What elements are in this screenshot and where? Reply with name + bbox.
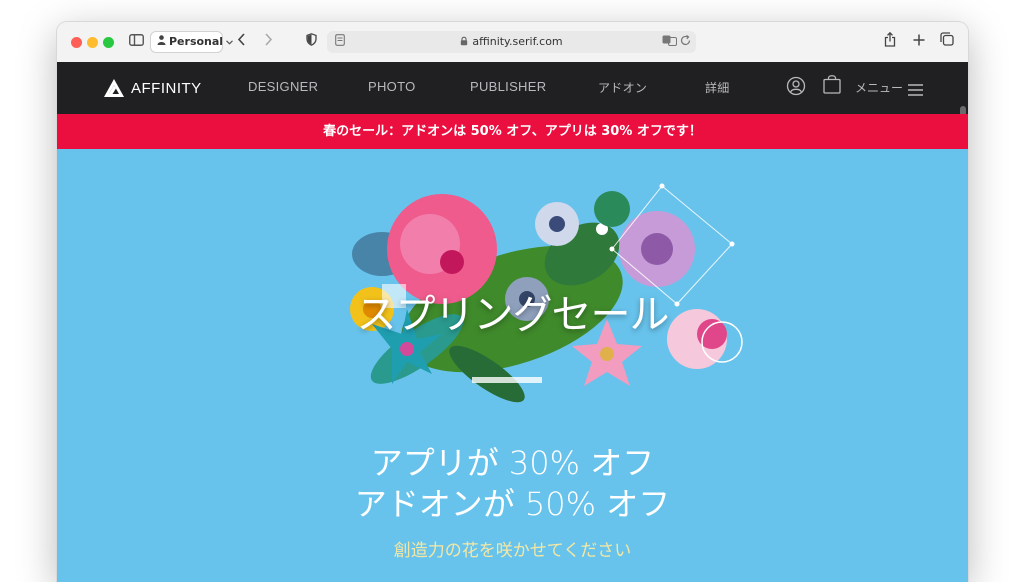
- cart-icon[interactable]: [823, 74, 841, 98]
- nav-link-publisher[interactable]: PUBLISHER: [470, 79, 546, 94]
- chevron-left-icon[interactable]: [235, 32, 247, 52]
- nav-link-addons[interactable]: アドオン: [598, 79, 647, 96]
- share-icon[interactable]: [883, 31, 897, 52]
- nav-link-photo[interactable]: PHOTO: [368, 79, 416, 94]
- hero-tagline: 創造力の花を咲かせてください: [393, 541, 632, 561]
- url-text: affinity.serif.com: [327, 31, 696, 54]
- zoom-window-button[interactable]: [103, 37, 114, 48]
- affinity-logo-icon: [104, 79, 124, 97]
- site-navigation: AFFINITY DESIGNER PHOTO PUBLISHER アドオン 詳…: [57, 62, 968, 172]
- profile-label: Personal: [169, 35, 224, 48]
- sale-banner[interactable]: 春のセール：アドオンは 50% オフ、アプリは 30% オフです！: [57, 114, 968, 149]
- nav-link-designer[interactable]: DESIGNER: [248, 79, 318, 94]
- reload-icon[interactable]: [679, 32, 691, 52]
- affinity-logo[interactable]: AFFINITY: [103, 76, 202, 100]
- nav-link-details[interactable]: 詳細: [705, 79, 730, 96]
- chevron-down-icon: [226, 31, 234, 53]
- address-bar[interactable]: affinity.serif.com: [327, 31, 696, 53]
- hero-apps-discount: アプリが 30% オフ: [370, 444, 655, 482]
- tabs-icon[interactable]: [939, 32, 955, 52]
- minimize-window-button[interactable]: [87, 37, 98, 48]
- browser-window: Personal affinity.serif.com AFFINITY DES…: [57, 22, 968, 582]
- url-label: affinity.serif.com: [472, 35, 563, 48]
- brand-name: AFFINITY: [131, 79, 202, 97]
- sidebar-icon[interactable]: [128, 32, 144, 52]
- hero-section: スプリングセール アプリが 30% オフ アドオンが 50% オフ 創造力の花を…: [57, 149, 968, 582]
- profile-selector[interactable]: Personal: [150, 31, 234, 53]
- shield-icon[interactable]: [304, 32, 318, 52]
- close-window-button[interactable]: [71, 37, 82, 48]
- hamburger-icon[interactable]: [908, 81, 923, 100]
- translate-icon[interactable]: [661, 32, 677, 52]
- lock-icon: [460, 32, 468, 54]
- menu-label[interactable]: メニュー: [855, 79, 903, 96]
- chevron-right-icon[interactable]: [262, 32, 274, 52]
- browser-toolbar: Personal affinity.serif.com: [57, 22, 968, 63]
- person-icon: [157, 31, 166, 53]
- hero-title: スプリングセール: [356, 292, 670, 338]
- hero-addons-discount: アドオンが 50% オフ: [354, 485, 671, 523]
- plus-icon[interactable]: [912, 32, 926, 52]
- account-icon[interactable]: [786, 76, 806, 100]
